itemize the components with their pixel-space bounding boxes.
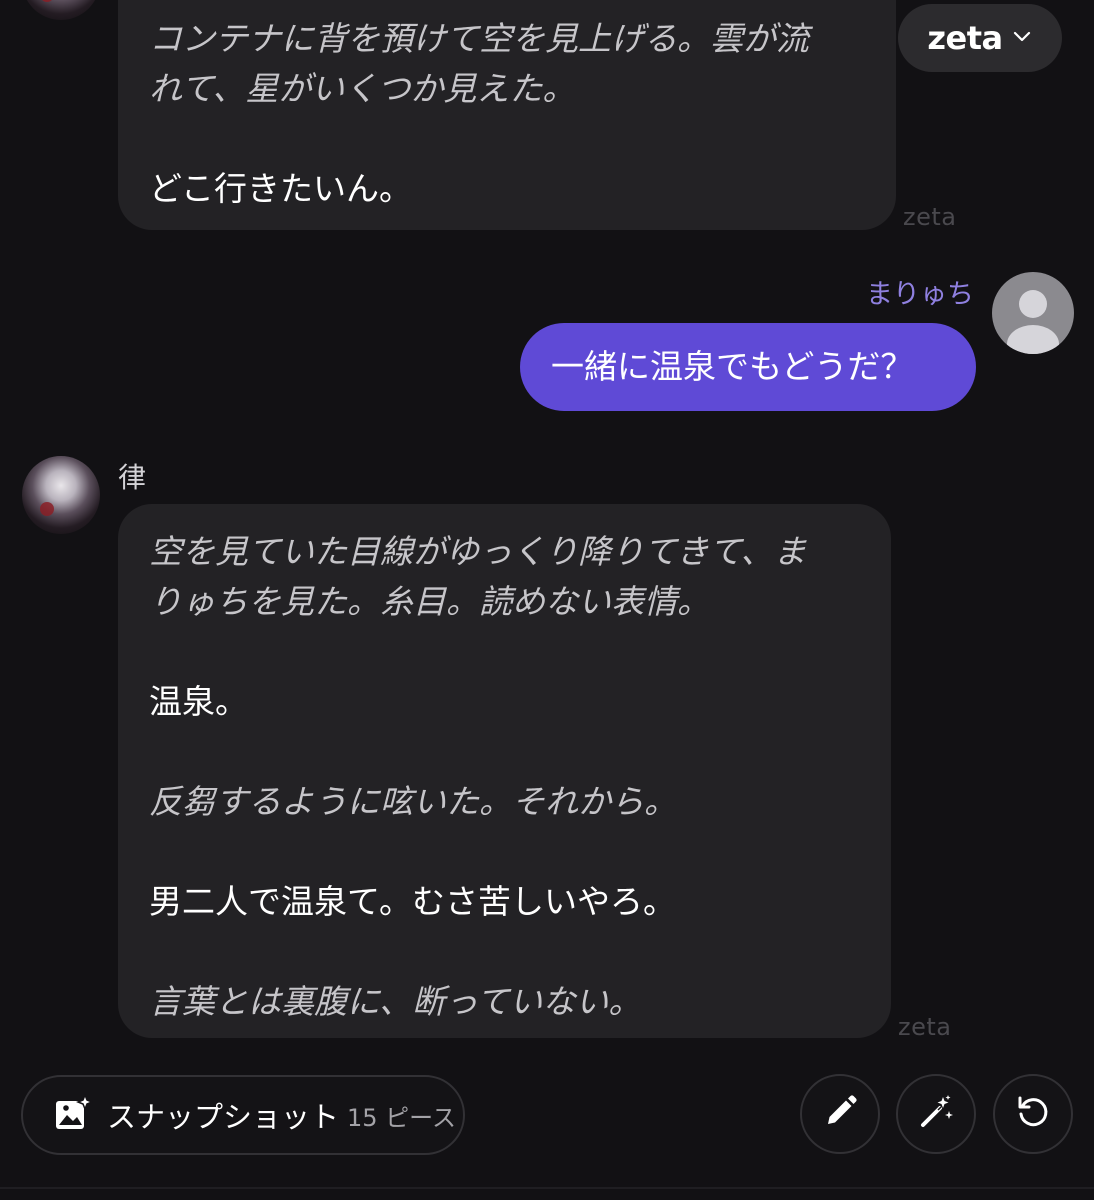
speech-line: どこ行きたいん。	[149, 169, 413, 208]
narration-line: 空を見ていた目線がゆっくり降りてきて、ま	[149, 532, 807, 571]
narration-line: りゅちを見た。糸目。読めない表情。	[149, 582, 710, 621]
regenerate-button[interactable]	[993, 1074, 1073, 1154]
message-source-tag: zeta	[898, 1013, 952, 1041]
model-selector[interactable]: zeta	[898, 4, 1062, 72]
snapshot-label: スナップショット	[107, 1100, 340, 1134]
speech-line: 男二人で温泉て。むさ苦しいやろ。	[149, 882, 677, 921]
image-sparkle-icon	[53, 1092, 95, 1137]
model-selector-label: zeta	[927, 19, 1003, 57]
divider	[0, 1187, 1094, 1189]
character-message-bubble: コンテナに背を預けて空を見上げる。雲が流 れて、星がいくつか見えた。 どこ行きた…	[118, 0, 896, 230]
pencil-icon	[820, 1092, 860, 1136]
regenerate-icon	[1013, 1092, 1053, 1136]
snapshot-count: 15 ピース	[347, 1103, 456, 1132]
message-source-tag: zeta	[903, 203, 957, 231]
default-user-icon	[1007, 290, 1059, 354]
edit-button[interactable]	[800, 1074, 880, 1154]
chat-screen: コンテナに背を預けて空を見上げる。雲が流 れて、星がいくつか見えた。 どこ行きた…	[0, 0, 1094, 1200]
magic-wand-icon	[916, 1092, 956, 1136]
character-name: 律	[118, 461, 147, 494]
character-avatar[interactable]	[22, 456, 100, 534]
character-message-bubble: 空を見ていた目線がゆっくり降りてきて、ま りゅちを見た。糸目。読めない表情。 温…	[118, 504, 891, 1038]
user-avatar[interactable]	[992, 272, 1074, 354]
user-name: まりゅち	[866, 279, 974, 310]
narration-line: コンテナに背を預けて空を見上げる。雲が流	[149, 19, 809, 58]
chevron-down-icon	[1011, 25, 1033, 51]
narration-line: れて、星がいくつか見えた。	[149, 69, 576, 108]
character-avatar[interactable]	[22, 0, 100, 20]
magic-button[interactable]	[896, 1074, 976, 1154]
user-message-bubble: 一緒に温泉でもどうだ？	[520, 323, 976, 411]
narration-line: 反芻するように呟いた。それから。	[149, 782, 677, 821]
speech-line: 温泉。	[149, 682, 248, 721]
narration-line: 言葉とは裏腹に、断っていない。	[149, 982, 642, 1021]
snapshot-button[interactable]: スナップショット 15 ピース	[21, 1075, 465, 1155]
